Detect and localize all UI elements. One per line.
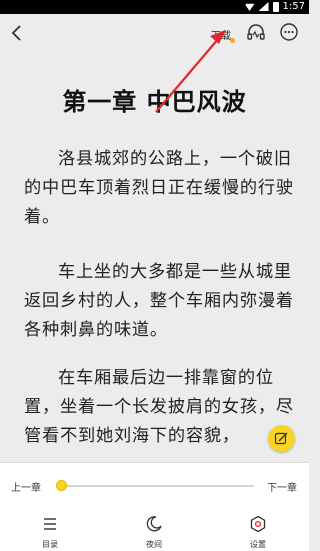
write-note-button[interactable]: [268, 425, 295, 452]
nav-night-mode-button[interactable]: 夜间: [134, 515, 174, 550]
paragraph-3: 在车厢最后边一排靠窗的位置，坐着一个长发披肩的女孩，尽管看不到她刘海下的容貌，: [24, 368, 294, 446]
reader-bottom-panel: 上一章 下一章 目录 夜间 设置: [0, 462, 309, 551]
status-time: 1:57: [282, 1, 305, 12]
progress-slider-thumb[interactable]: [56, 480, 67, 491]
edit-note-icon: [274, 432, 288, 445]
nav-catalog-label: 目录: [42, 540, 58, 549]
reader-content: 第一章 中巴风波 洛县城郊的公路上，一个破旧的中巴车顶着烈日正在缓慢的行驶着。 …: [0, 52, 309, 462]
wifi-icon: [244, 3, 255, 11]
signal-icon: [258, 2, 269, 11]
nav-settings-button[interactable]: 设置: [238, 515, 278, 550]
battery-icon: [272, 1, 279, 12]
nav-catalog-button[interactable]: 目录: [30, 515, 70, 550]
moon-icon: [146, 516, 162, 532]
next-chapter-button[interactable]: 下一章: [267, 479, 297, 494]
back-arrow-icon[interactable]: [8, 22, 26, 44]
download-button[interactable]: 下载: [211, 27, 231, 42]
reader-toolbar: 下载: [0, 14, 309, 52]
settings-icon: [250, 515, 266, 533]
nav-night-mode-label: 夜间: [146, 540, 162, 549]
download-badge: [230, 38, 235, 43]
nav-settings-label: 设置: [250, 540, 266, 549]
status-bar: 1:57: [0, 0, 309, 14]
status-icons: 1:57: [244, 1, 305, 12]
prev-chapter-button[interactable]: 上一章: [11, 479, 41, 494]
chapter-progress-slider[interactable]: [56, 480, 254, 491]
audio-listen-icon[interactable]: [246, 22, 266, 42]
list-icon: [44, 518, 56, 530]
more-options-icon[interactable]: [279, 22, 299, 42]
paragraph-2: 车上坐的大多都是一些从城里返回乡村的人，整个车厢内弥漫着各种刺鼻的味道。: [24, 262, 294, 340]
paragraph-1: 洛县城郊的公路上，一个破旧的中巴车顶着烈日正在缓慢的行驶着。: [24, 149, 294, 227]
chapter-title: 第一章 中巴风波: [62, 88, 247, 116]
